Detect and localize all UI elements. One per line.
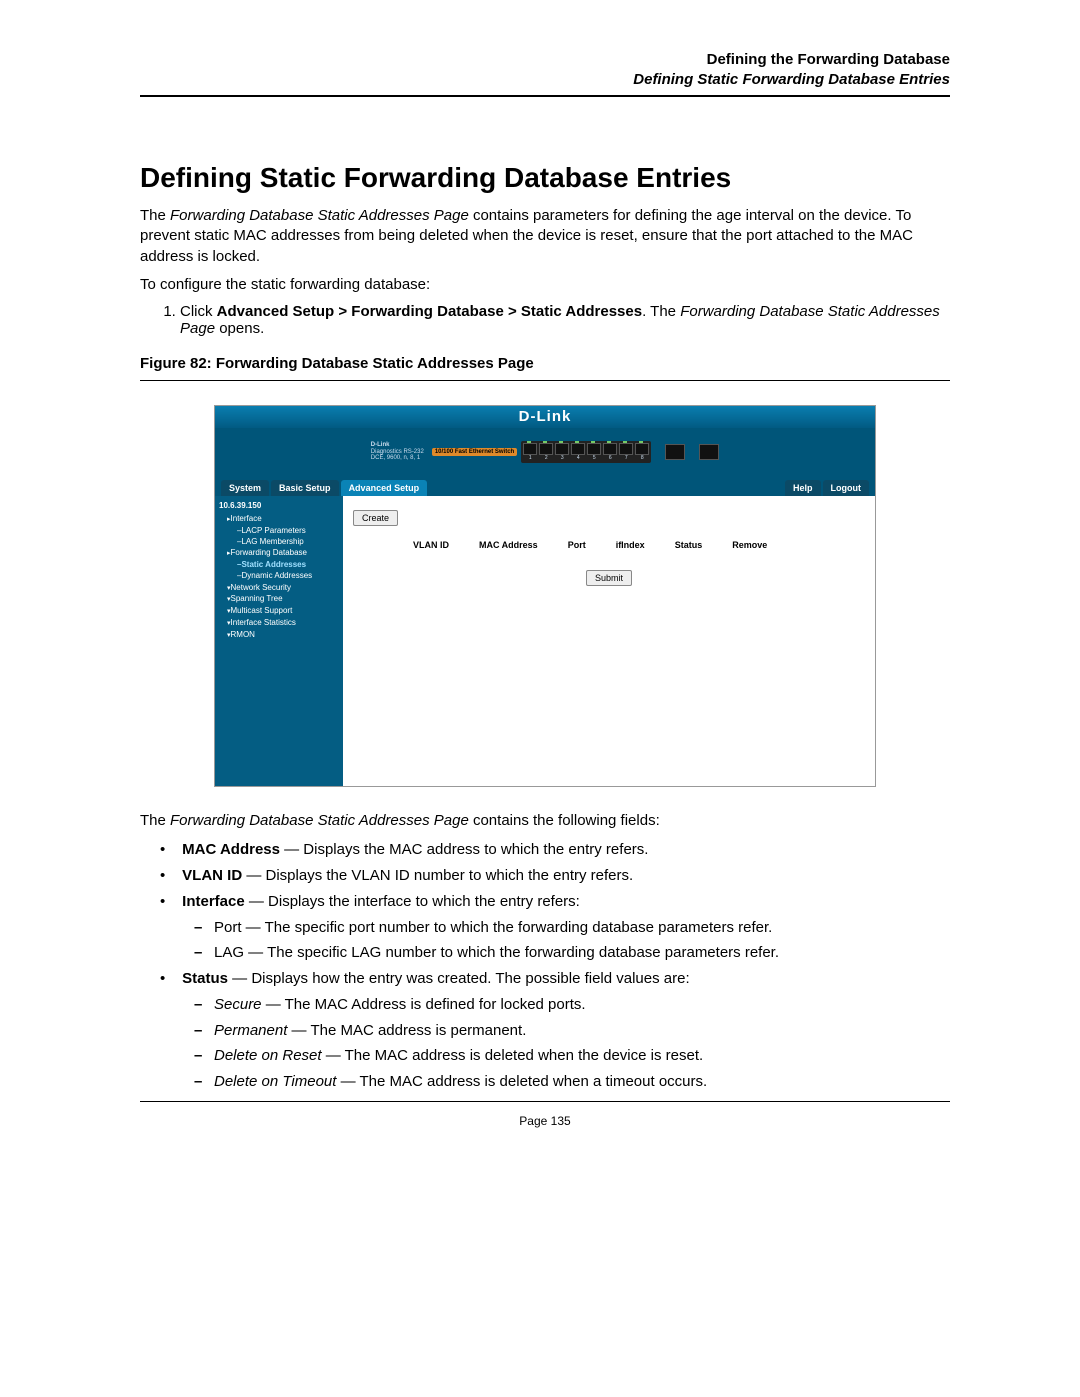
col-vlan-id: VLAN ID: [413, 540, 449, 550]
field-interface-lag: LAG — The specific LAG number to which t…: [214, 942, 950, 964]
col-status: Status: [675, 540, 703, 550]
tree-interface-stats[interactable]: Interface Statistics: [219, 617, 339, 629]
header-subsection: Defining Static Forwarding Database Entr…: [140, 70, 950, 90]
tree-spanning-tree[interactable]: Spanning Tree: [219, 593, 339, 605]
step-1: Click Advanced Setup > Forwarding Databa…: [180, 303, 950, 337]
page-header: Defining the Forwarding Database Definin…: [140, 50, 950, 89]
page-number: Page 135: [140, 1114, 950, 1128]
nav-tree: 10.6.39.150 Interface LACP Parameters LA…: [215, 496, 343, 786]
tab-help[interactable]: Help: [785, 480, 821, 496]
content-pane: Create VLAN ID MAC Address Port ifIndex …: [343, 496, 875, 786]
figure-rule: [140, 380, 950, 381]
header-rule: [140, 95, 950, 97]
field-interface-port: Port — The specific port number to which…: [214, 917, 950, 939]
field-vlan-id: VLAN ID — Displays the VLAN ID number to…: [178, 865, 950, 887]
header-section: Defining the Forwarding Database: [140, 50, 950, 70]
device-badge: 10/100 Fast Ethernet Switch: [432, 448, 517, 456]
after-figure-paragraph: The Forwarding Database Static Addresses…: [140, 811, 950, 831]
port-block: 1 2 3 4 5 6 7 8: [521, 441, 651, 463]
field-status: Status — Displays how the entry was crea…: [178, 968, 950, 1093]
footer-rule: [140, 1101, 950, 1102]
col-remove: Remove: [732, 540, 767, 550]
tree-rmon[interactable]: RMON: [219, 629, 339, 641]
figure-caption: Figure 82: Forwarding Database Static Ad…: [140, 355, 950, 372]
tab-system[interactable]: System: [221, 480, 269, 496]
uplink-slots: [665, 444, 719, 460]
create-button[interactable]: Create: [353, 510, 398, 526]
status-delete-on-timeout: Delete on Timeout — The MAC address is d…: [214, 1071, 950, 1093]
tab-advanced-setup[interactable]: Advanced Setup: [341, 480, 428, 496]
brand-bar: D-Link: [215, 406, 875, 428]
tree-lag[interactable]: LAG Membership: [219, 536, 339, 547]
tree-network-security[interactable]: Network Security: [219, 582, 339, 594]
tree-interface[interactable]: Interface: [219, 513, 339, 525]
table-header-row: VLAN ID MAC Address Port ifIndex Status …: [413, 540, 865, 550]
status-delete-on-reset: Delete on Reset — The MAC address is del…: [214, 1045, 950, 1067]
tree-fdb[interactable]: Forwarding Database: [219, 547, 339, 559]
submit-button[interactable]: Submit: [586, 570, 632, 586]
intro-lead: To configure the static forwarding datab…: [140, 275, 950, 295]
field-interface: Interface — Displays the interface to wh…: [178, 891, 950, 964]
tab-bar: System Basic Setup Advanced Setup Help L…: [215, 476, 875, 496]
tree-multicast[interactable]: Multicast Support: [219, 605, 339, 617]
col-mac-address: MAC Address: [479, 540, 538, 550]
intro-paragraph: The Forwarding Database Static Addresses…: [140, 206, 950, 267]
col-port: Port: [568, 540, 586, 550]
steps-list: Click Advanced Setup > Forwarding Databa…: [140, 303, 950, 337]
tab-logout[interactable]: Logout: [823, 480, 870, 496]
status-secure: Secure — The MAC Address is defined for …: [214, 994, 950, 1016]
tree-ip: 10.6.39.150: [219, 500, 339, 511]
page-title: Defining Static Forwarding Database Entr…: [140, 162, 950, 194]
device-label-block: D-Link Diagnostics RS-232 DCE, 9600, n, …: [371, 442, 428, 462]
tree-dynamic-addresses[interactable]: Dynamic Addresses: [219, 570, 339, 581]
tab-basic-setup[interactable]: Basic Setup: [271, 480, 339, 496]
device-image-strip: D-Link Diagnostics RS-232 DCE, 9600, n, …: [215, 428, 875, 476]
col-ifindex: ifIndex: [616, 540, 645, 550]
figure-screenshot: D-Link D-Link Diagnostics RS-232 DCE, 96…: [214, 405, 876, 787]
status-permanent: Permanent — The MAC address is permanent…: [214, 1020, 950, 1042]
work-area: 10.6.39.150 Interface LACP Parameters LA…: [215, 496, 875, 786]
field-list: MAC Address — Displays the MAC address t…: [140, 839, 950, 1093]
tree-static-addresses[interactable]: Static Addresses: [219, 559, 339, 570]
tree-lacp[interactable]: LACP Parameters: [219, 525, 339, 536]
field-mac-address: MAC Address — Displays the MAC address t…: [178, 839, 950, 861]
